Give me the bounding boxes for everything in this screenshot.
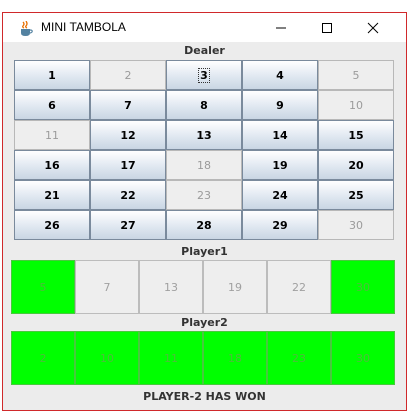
dealer-number-button[interactable]: 12 (90, 120, 166, 150)
player2-ticket-cell: 11 (139, 331, 203, 385)
dealer-number-button[interactable]: 15 (318, 120, 394, 150)
dealer-number-label: 20 (348, 158, 364, 172)
player1-ticket: 5 7 13 19 22 30 (11, 260, 395, 314)
app-window: MINI TAMBOLA Dealer 1 2 3 4 5 6 7 8 9 10 11 12 13 14 1… (2, 12, 407, 411)
dealer-number-label: 28 (196, 218, 212, 232)
dealer-number-button[interactable]: 17 (90, 150, 166, 180)
dealer-grid: 1 2 3 4 5 6 7 8 9 10 11 12 13 14 15 16 17 18 19 20 21 22 23 24 2… (14, 60, 396, 242)
dealer-number-label: 12 (120, 128, 136, 142)
player1-ticket-cell: 30 (331, 260, 395, 314)
dealer-number-label: 10 (349, 98, 363, 112)
dealer-number-button[interactable]: 20 (318, 150, 394, 180)
dealer-number-label: 18 (197, 158, 211, 172)
close-icon (367, 22, 379, 33)
dealer-number-label: 14 (272, 128, 288, 142)
player1-ticket-cell: 13 (139, 260, 203, 314)
player2-ticket-cell: 30 (331, 331, 395, 385)
dealer-number-button[interactable]: 16 (14, 150, 90, 180)
dealer-number-button[interactable]: 26 (14, 210, 90, 240)
dealer-number-button[interactable]: 28 (166, 210, 242, 240)
dealer-number-label: 5 (352, 68, 360, 82)
minimize-button[interactable] (258, 13, 304, 42)
dealer-number-button[interactable]: 29 (242, 210, 318, 240)
dealer-number-button[interactable]: 4 (242, 60, 318, 90)
status-message: PLAYER-2 HAS WON (143, 390, 266, 403)
player2-ticket-cell: 23 (267, 331, 331, 385)
dealer-number-button[interactable]: 22 (90, 180, 166, 210)
dealer-number-button[interactable]: 3 (166, 60, 242, 90)
dealer-number-label: 19 (272, 158, 288, 172)
dealer-number-label: 27 (120, 218, 136, 232)
dealer-number-label: 6 (48, 98, 56, 112)
dealer-number-label: 22 (120, 188, 136, 202)
dealer-number-label: 21 (44, 188, 60, 202)
dealer-number-label: 29 (272, 218, 288, 232)
minimize-icon (276, 27, 286, 28)
dealer-number-label: 11 (45, 128, 59, 142)
dealer-number-button: 23 (166, 180, 242, 210)
dealer-number-label: 2 (124, 68, 132, 82)
dealer-number-label: 7 (124, 98, 132, 112)
dealer-number-button[interactable]: 1 (14, 60, 90, 90)
dealer-number-button[interactable]: 6 (14, 90, 90, 120)
maximize-button[interactable] (304, 13, 350, 42)
player1-ticket-cell: 19 (203, 260, 267, 314)
dealer-number-label: 4 (276, 68, 284, 82)
dealer-number-label: 23 (197, 188, 211, 202)
dealer-number-button[interactable]: 25 (318, 180, 394, 210)
dealer-number-button: 10 (318, 90, 394, 120)
player2-ticket-cell: 18 (203, 331, 267, 385)
dealer-number-button: 30 (318, 210, 394, 240)
maximize-icon (322, 22, 332, 33)
player1-ticket-cell: 5 (11, 260, 75, 314)
dealer-number-label: 24 (272, 188, 288, 202)
dealer-number-button[interactable]: 19 (242, 150, 318, 180)
dealer-number-label: 26 (44, 218, 60, 232)
player2-ticket-cell: 10 (75, 331, 139, 385)
dealer-number-button[interactable]: 24 (242, 180, 318, 210)
dealer-number-label: 8 (200, 98, 208, 112)
title-bar[interactable]: MINI TAMBOLA (3, 13, 406, 42)
dealer-number-button: 11 (14, 120, 90, 150)
player1-label: Player1 (3, 244, 406, 260)
dealer-number-button[interactable]: 7 (90, 90, 166, 120)
dealer-label: Dealer (3, 43, 406, 59)
dealer-number-label: 17 (120, 158, 136, 172)
player2-label: Player2 (3, 315, 406, 331)
dealer-number-button[interactable]: 13 (166, 120, 242, 150)
dealer-number-label: 3 (198, 67, 210, 83)
player1-ticket-cell: 7 (75, 260, 139, 314)
dealer-number-button: 2 (90, 60, 166, 90)
dealer-number-label: 13 (196, 128, 212, 142)
dealer-number-button: 18 (166, 150, 242, 180)
java-cup-icon (18, 20, 35, 37)
dealer-number-label: 30 (349, 218, 363, 232)
dealer-number-button: 5 (318, 60, 394, 90)
close-button[interactable] (350, 13, 396, 42)
dealer-number-button[interactable]: 8 (166, 90, 242, 120)
dealer-number-button[interactable]: 27 (90, 210, 166, 240)
dealer-number-label: 9 (276, 98, 284, 112)
dealer-number-button[interactable]: 9 (242, 90, 318, 120)
dealer-number-label: 1 (48, 68, 56, 82)
dealer-number-label: 16 (44, 158, 60, 172)
window-title: MINI TAMBOLA (41, 20, 126, 34)
player1-ticket-cell: 22 (267, 260, 331, 314)
dealer-number-label: 15 (348, 128, 364, 142)
dealer-number-button[interactable]: 14 (242, 120, 318, 150)
dealer-number-button[interactable]: 21 (14, 180, 90, 210)
player2-ticket: 2 10 11 18 23 30 (11, 331, 395, 385)
dealer-number-label: 25 (348, 188, 364, 202)
player2-ticket-cell: 2 (11, 331, 75, 385)
